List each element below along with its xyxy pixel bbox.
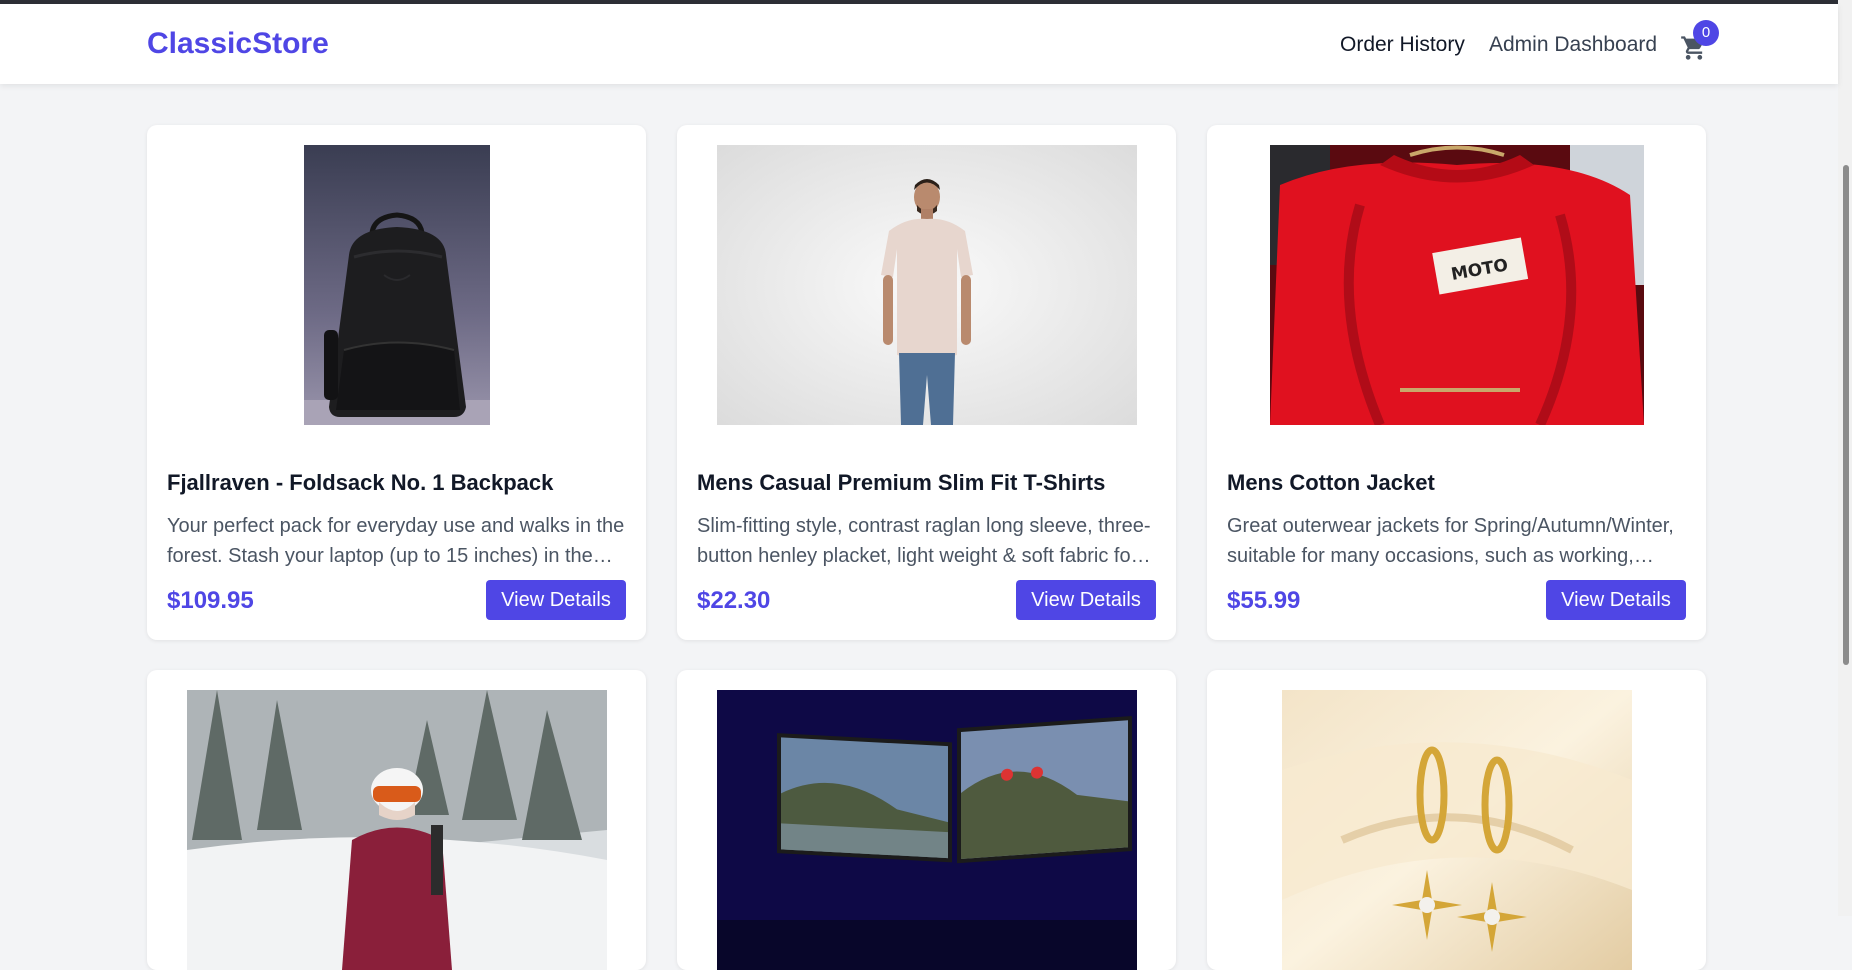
product-card: Fjallraven - Foldsack No. 1 Backpack You…: [147, 125, 646, 640]
cart-count-badge: 0: [1693, 20, 1719, 46]
product-description: Your perfect pack for everyday use and w…: [167, 515, 625, 567]
cart-button[interactable]: 0: [1677, 20, 1719, 66]
red-jacket-photo: MOTO: [1269, 145, 1644, 425]
view-details-button[interactable]: View Details: [1016, 580, 1156, 620]
product-image[interactable]: [1281, 690, 1632, 970]
product-card: [677, 670, 1176, 970]
product-title[interactable]: Mens Cotton Jacket: [1227, 470, 1435, 496]
product-card: Mens Casual Premium Slim Fit T-Shirts Sl…: [677, 125, 1176, 640]
navbar: ClassicStore Order History Admin Dashboa…: [0, 4, 1838, 84]
product-price: $55.99: [1227, 587, 1301, 614]
product-image[interactable]: MOTO: [1269, 145, 1644, 425]
product-card: MOTO Mens Cotton Jacket Great outerwear …: [1207, 125, 1706, 640]
product-description: Slim-fitting style, contrast raglan long…: [697, 515, 1151, 567]
nav-order-history[interactable]: Order History: [1340, 33, 1465, 57]
product-title[interactable]: Fjallraven - Foldsack No. 1 Backpack: [167, 470, 553, 496]
product-image[interactable]: [716, 145, 1137, 425]
product-image[interactable]: [186, 690, 607, 970]
product-image[interactable]: [303, 145, 490, 425]
product-card: [147, 670, 646, 970]
product-title[interactable]: Mens Casual Premium Slim Fit T-Shirts: [697, 470, 1105, 496]
product-card: [1207, 670, 1706, 970]
scrollbar-thumb[interactable]: [1843, 165, 1849, 665]
backpack-photo: [303, 145, 490, 425]
skier-photo: [186, 690, 607, 970]
view-details-button[interactable]: View Details: [1546, 580, 1686, 620]
product-price: $109.95: [167, 587, 254, 614]
product-image[interactable]: [716, 690, 1137, 970]
nav-admin-dashboard[interactable]: Admin Dashboard: [1489, 33, 1657, 57]
store-logo[interactable]: ClassicStore: [147, 27, 329, 61]
product-description: Great outerwear jackets for Spring/Autum…: [1227, 515, 1674, 567]
man-tshirt-photo: [716, 145, 1137, 425]
view-details-button[interactable]: View Details: [486, 580, 626, 620]
earrings-photo: [1281, 690, 1632, 970]
monitors-photo: [716, 690, 1137, 970]
product-price: $22.30: [697, 587, 771, 614]
